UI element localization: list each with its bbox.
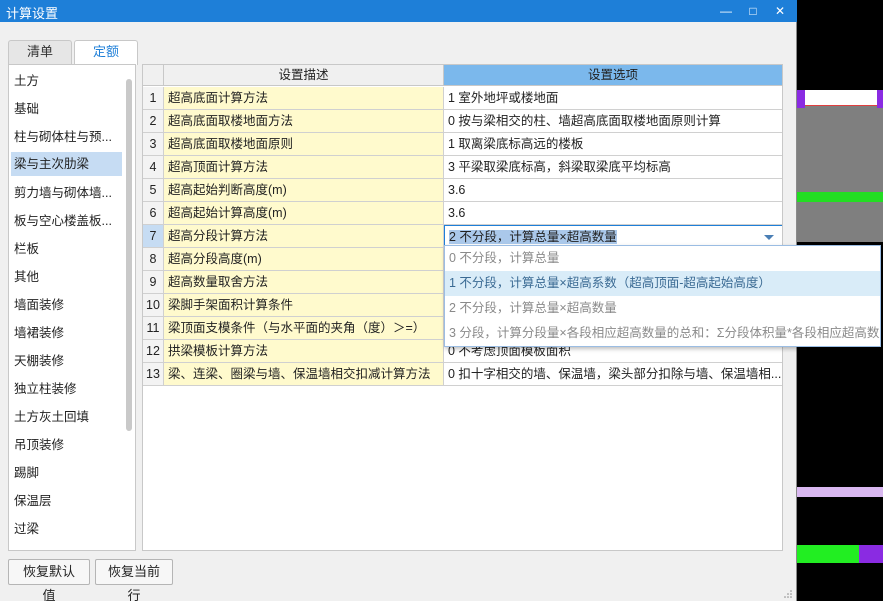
row-desc: 梁脚手架面积计算条件 bbox=[164, 294, 444, 317]
column-header-value: 设置选项 bbox=[444, 65, 782, 86]
list-item[interactable]: 过梁 bbox=[11, 517, 122, 541]
combobox-value[interactable]: 2 不分段，计算总量×超高数量 bbox=[449, 230, 617, 244]
close-button[interactable]: ✕ bbox=[771, 2, 789, 20]
row-number: 2 bbox=[143, 110, 164, 133]
row-desc: 超高底面取楼地面方法 bbox=[164, 110, 444, 133]
table-corner bbox=[143, 65, 164, 86]
column-header-desc: 设置描述 bbox=[164, 65, 444, 86]
table-row[interactable]: 2 超高底面取楼地面方法 0 按与梁相交的柱、墙超高底面取楼地面原则计算 bbox=[143, 110, 782, 133]
row-number: 11 bbox=[143, 317, 164, 340]
list-item[interactable]: 踢脚 bbox=[11, 461, 122, 485]
list-item[interactable]: 保温层 bbox=[11, 489, 122, 513]
list-item[interactable]: 独立柱装修 bbox=[11, 377, 122, 401]
window-title: 计算设置 bbox=[6, 6, 59, 21]
row-number: 9 bbox=[143, 271, 164, 294]
list-item[interactable]: 柱与砌体柱与预... bbox=[11, 125, 122, 149]
table-row[interactable]: 3 超高底面取楼地面原则 1 取离梁底标高远的楼板 bbox=[143, 133, 782, 156]
row-value[interactable]: 1 室外地坪或楼地面 bbox=[444, 87, 782, 110]
list-scrollbar[interactable] bbox=[126, 79, 132, 431]
list-item[interactable]: 吊顶装修 bbox=[11, 433, 122, 457]
table-row[interactable]: 13 梁、连梁、圈梁与墙、保温墙相交扣减计算方法 0 扣十字相交的墙、保温墙，梁… bbox=[143, 363, 782, 386]
dropdown-option[interactable]: 0 不分段，计算总量 bbox=[445, 246, 880, 271]
row-desc: 梁、连梁、圈梁与墙、保温墙相交扣减计算方法 bbox=[164, 363, 444, 386]
row-value[interactable]: 0 扣十字相交的墙、保温墙，梁头部分扣除与墙、保温墙相... bbox=[444, 363, 782, 386]
list-item-selected[interactable]: 梁与主次肋梁 bbox=[11, 152, 122, 176]
list-item[interactable]: 基础 bbox=[11, 97, 122, 121]
row-number: 3 bbox=[143, 133, 164, 156]
minimize-button[interactable]: — bbox=[717, 2, 735, 20]
row-desc: 超高分段高度(m) bbox=[164, 248, 444, 271]
tab-bill[interactable]: 清单 bbox=[8, 40, 72, 64]
table-row[interactable]: 4 超高顶面计算方法 3 平梁取梁底标高，斜梁取梁底平均标高 bbox=[143, 156, 782, 179]
maximize-button[interactable]: □ bbox=[744, 2, 762, 20]
row-number: 7 bbox=[143, 225, 164, 248]
row-value[interactable]: 3.6 bbox=[444, 179, 782, 202]
row-number: 13 bbox=[143, 363, 164, 386]
row-desc: 超高底面计算方法 bbox=[164, 87, 444, 110]
list-item[interactable]: 墙裙装修 bbox=[11, 321, 122, 345]
row-desc: 超高数量取舍方法 bbox=[164, 271, 444, 294]
row-number: 1 bbox=[143, 87, 164, 110]
list-item[interactable]: 其他 bbox=[11, 265, 122, 289]
dropdown-option[interactable]: 2 不分段，计算总量×超高数量 bbox=[445, 296, 880, 321]
tab-quota[interactable]: 定额 bbox=[74, 40, 138, 65]
list-item[interactable]: 土方灰土回填 bbox=[11, 405, 122, 429]
row-desc: 超高底面取楼地面原则 bbox=[164, 133, 444, 156]
row-value[interactable]: 3 平梁取梁底标高，斜梁取梁底平均标高 bbox=[444, 156, 782, 179]
list-item[interactable]: 栏板 bbox=[11, 237, 122, 261]
list-item[interactable]: 板与空心楼盖板... bbox=[11, 209, 122, 233]
row-desc: 拱梁模板计算方法 bbox=[164, 340, 444, 363]
row-desc: 超高顶面计算方法 bbox=[164, 156, 444, 179]
option-dropdown: 0 不分段，计算总量 1 不分段，计算总量×超高系数（超高顶面-超高起始高度） … bbox=[444, 245, 881, 347]
row-desc: 超高分段计算方法 bbox=[164, 225, 444, 248]
dropdown-option[interactable]: 3 分段，计算分段量×各段相应超高数量的总和：Σ分段体积量*各段相应超高数量 bbox=[445, 321, 880, 346]
row-number: 12 bbox=[143, 340, 164, 363]
row-value[interactable]: 3.6 bbox=[444, 202, 782, 225]
row-desc: 梁顶面支模条件（与水平面的夹角（度）＞=） bbox=[164, 317, 444, 340]
table-row[interactable]: 6 超高起始计算高度(m) 3.6 bbox=[143, 202, 782, 225]
list-item[interactable]: 天棚装修 bbox=[11, 349, 122, 373]
row-number: 8 bbox=[143, 248, 164, 271]
row-value[interactable]: 0 按与梁相交的柱、墙超高底面取楼地面原则计算 bbox=[444, 110, 782, 133]
row-number: 5 bbox=[143, 179, 164, 202]
dropdown-option-highlighted[interactable]: 1 不分段，计算总量×超高系数（超高顶面-超高起始高度） bbox=[445, 271, 880, 296]
row-number: 4 bbox=[143, 156, 164, 179]
category-list: 土方 基础 柱与砌体柱与预... 梁与主次肋梁 剪力墙与砌体墙... 板与空心楼… bbox=[8, 64, 136, 551]
table-row[interactable]: 1 超高底面计算方法 1 室外地坪或楼地面 bbox=[143, 87, 782, 110]
row-number: 6 bbox=[143, 202, 164, 225]
row-desc: 超高起始计算高度(m) bbox=[164, 202, 444, 225]
row-number: 10 bbox=[143, 294, 164, 317]
row-desc: 超高起始判断高度(m) bbox=[164, 179, 444, 202]
restore-default-button[interactable]: 恢复默认值 bbox=[8, 559, 90, 601]
table-row[interactable]: 5 超高起始判断高度(m) 3.6 bbox=[143, 179, 782, 202]
restore-current-row-button[interactable]: 恢复当前行 bbox=[95, 559, 173, 601]
list-item[interactable]: 土方 bbox=[11, 69, 122, 93]
title-bar[interactable]: 计算设置 — □ ✕ bbox=[0, 0, 797, 22]
list-item[interactable]: 墙面装修 bbox=[11, 293, 122, 317]
chevron-down-icon[interactable] bbox=[764, 235, 774, 240]
list-item[interactable]: 剪力墙与砌体墙... bbox=[11, 181, 122, 205]
resize-grip-icon[interactable] bbox=[784, 590, 792, 598]
row-value[interactable]: 1 取离梁底标高远的楼板 bbox=[444, 133, 782, 156]
